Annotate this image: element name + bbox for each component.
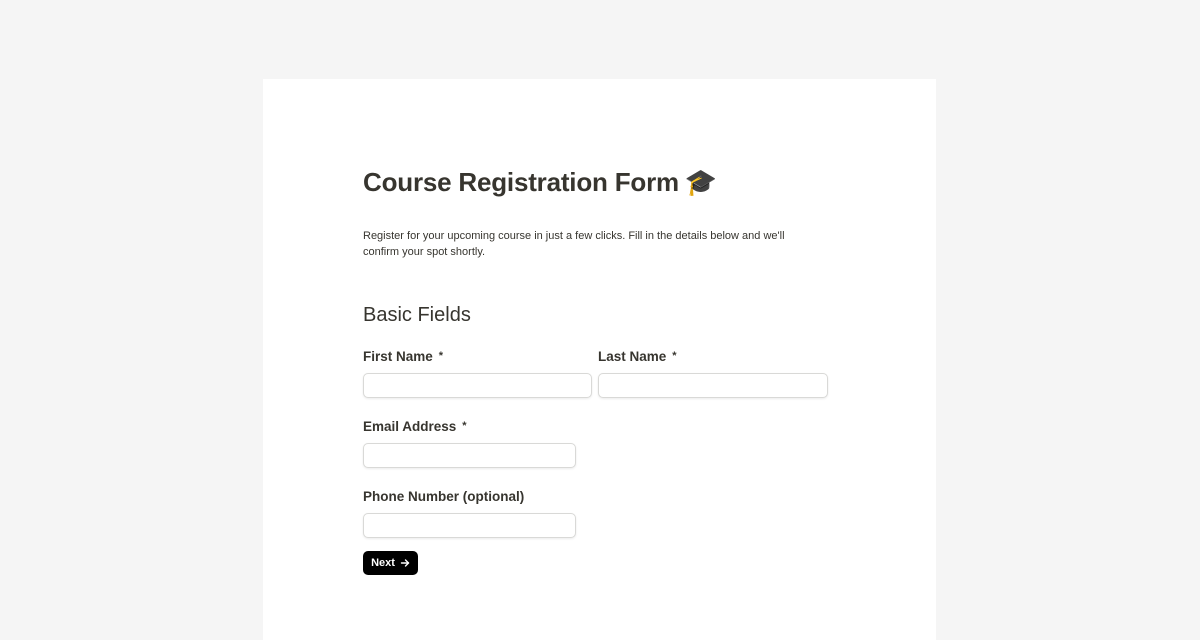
phone-label: Phone Number (optional) [363, 489, 524, 504]
last-name-label: Last Name * [598, 349, 677, 364]
phone-label-text: Phone Number (optional) [363, 489, 525, 504]
first-name-label-text: First Name [363, 349, 433, 364]
required-marker: * [462, 420, 467, 432]
email-field[interactable] [363, 443, 576, 468]
next-button[interactable]: Next [363, 551, 418, 575]
page-title: Course Registration Form 🎓 [363, 167, 717, 198]
email-label-text: Email Address [363, 419, 457, 434]
last-name-label-text: Last Name [598, 349, 667, 364]
section-title: Basic Fields [363, 304, 471, 326]
phone-field[interactable] [363, 513, 576, 538]
next-button-label: Next [371, 557, 395, 569]
email-label: Email Address * [363, 419, 467, 434]
form-card: Course Registration Form 🎓 Register for y… [263, 79, 936, 640]
arrow-right-icon [400, 558, 410, 568]
graduation-cap-icon: 🎓 [684, 167, 718, 197]
first-name-label: First Name * [363, 349, 443, 364]
last-name-field[interactable] [598, 373, 828, 398]
first-name-field[interactable] [363, 373, 592, 398]
page-title-text: Course Registration Form [363, 167, 679, 197]
required-marker: * [438, 350, 444, 362]
form-description: Register for your upcoming course in jus… [363, 230, 785, 258]
required-marker: * [672, 350, 677, 362]
